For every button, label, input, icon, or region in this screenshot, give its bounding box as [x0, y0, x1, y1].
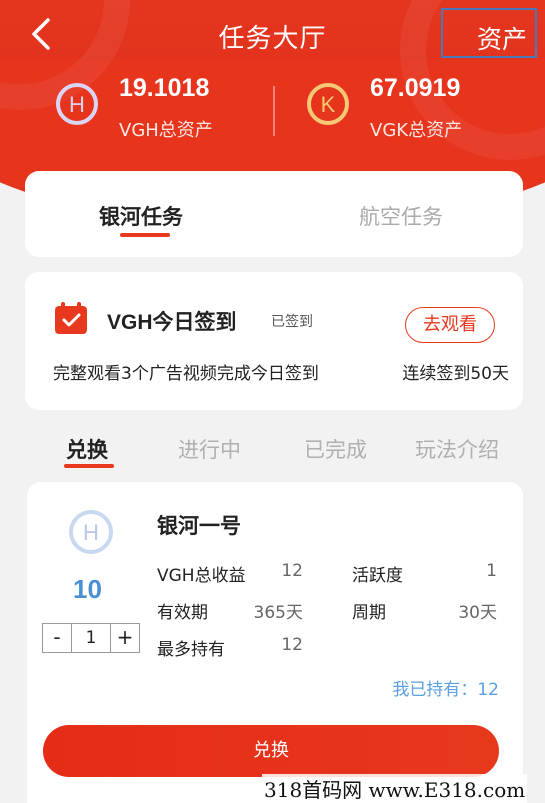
quantity-stepper: - 1 +	[42, 623, 140, 653]
vgk-total-value: 67.0919	[370, 74, 461, 102]
tab-galaxy-tasks[interactable]: 银河任务	[99, 201, 183, 231]
svg-text:H: H	[83, 520, 99, 545]
tab-in-progress[interactable]: 进行中	[178, 434, 241, 464]
stats-divider	[273, 86, 275, 136]
total-income-value: 12	[281, 561, 303, 581]
decrement-button[interactable]: -	[43, 624, 71, 652]
item-price: 10	[73, 574, 102, 604]
checkin-streak: 连续签到50天	[402, 364, 509, 384]
checkin-title: VGH今日签到	[107, 311, 237, 334]
vgh-total-value: 19.1018	[119, 74, 210, 102]
max-hold-value: 12	[281, 635, 303, 655]
increment-button[interactable]: +	[111, 624, 139, 652]
svg-text:K: K	[321, 92, 336, 117]
assets-button[interactable]: 资产	[441, 8, 537, 58]
checkin-description: 完整观看3个广告视频完成今日签到	[53, 364, 319, 384]
validity-value: 365天	[253, 603, 303, 623]
activity-value: 1	[486, 561, 497, 581]
calendar-check-icon	[53, 300, 89, 336]
cycle-value: 30天	[458, 603, 497, 623]
task-tabs-card: 银河任务 航空任务	[25, 171, 523, 257]
svg-text:H: H	[69, 92, 85, 117]
tab-how-to-play[interactable]: 玩法介绍	[415, 434, 499, 464]
top-nav: 任务大厅 资产	[0, 0, 545, 75]
tab-aviation-tasks[interactable]: 航空任务	[359, 201, 443, 231]
total-income-label: VGH总收益	[157, 566, 246, 586]
exchange-button[interactable]: 兑换	[43, 725, 499, 777]
checkin-status: 已签到	[271, 314, 313, 330]
tab-exchange[interactable]: 兑换	[66, 434, 108, 464]
item-name: 银河一号	[157, 514, 241, 538]
tab-completed[interactable]: 已完成	[304, 434, 367, 464]
watch-button[interactable]: 去观看	[405, 307, 495, 343]
watermark-text: 318首码网 www.E318.com	[262, 774, 528, 803]
cycle-label: 周期	[352, 603, 386, 623]
quantity-value[interactable]: 1	[71, 624, 111, 652]
held-count: 我已持有：12	[392, 680, 499, 700]
vgk-logo-icon: K	[306, 82, 350, 126]
item-card: H 银河一号 10 - 1 + VGH总收益 12 活跃度 1 有效期 365天…	[27, 482, 523, 803]
validity-label: 有效期	[157, 603, 208, 623]
max-hold-label: 最多持有	[157, 640, 225, 660]
galaxy-logo-icon: H	[67, 508, 115, 556]
vgh-logo-icon: H	[55, 82, 99, 126]
vgk-total-label: VGK总资产	[370, 120, 463, 141]
activity-label: 活跃度	[352, 566, 403, 586]
checkin-card: VGH今日签到 已签到 去观看 完整观看3个广告视频完成今日签到 连续签到50天	[25, 272, 523, 410]
active-tab-indicator	[120, 233, 170, 237]
vgh-total-label: VGH总资产	[119, 120, 213, 141]
subtab-indicator	[64, 464, 114, 468]
